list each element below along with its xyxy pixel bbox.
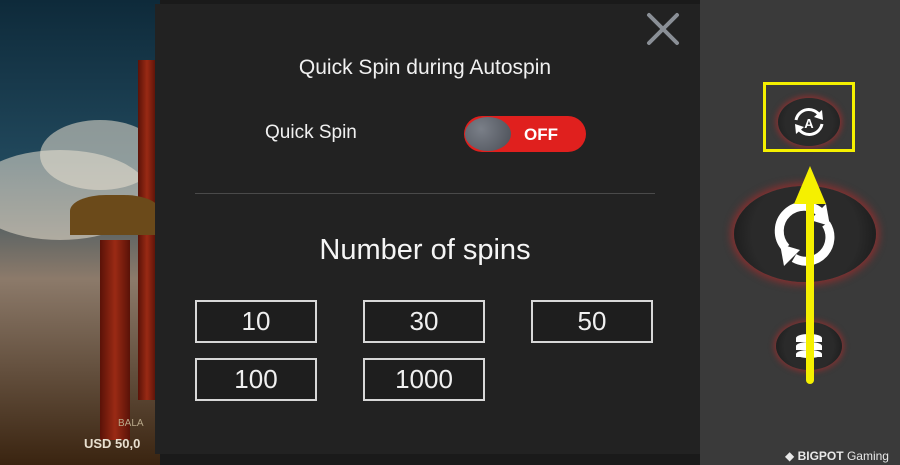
quick-spin-toggle[interactable]: OFF <box>464 116 586 152</box>
balance-label: BALA <box>118 418 144 429</box>
close-icon <box>647 13 679 45</box>
autospin-settings-modal: Quick Spin during Autospin Quick Spin OF… <box>155 4 700 454</box>
temple-roof <box>70 195 160 235</box>
highlight-box <box>763 82 855 152</box>
spin-option-button[interactable]: 50 <box>531 300 653 343</box>
control-column: A <box>700 0 900 465</box>
close-button[interactable] <box>645 12 681 46</box>
brand-mark-icon: ◆ <box>785 449 795 463</box>
divider <box>195 193 655 194</box>
spin-option-button[interactable]: 30 <box>363 300 485 343</box>
spin-option-button[interactable]: 10 <box>195 300 317 343</box>
game-background: BALA USD 50,0 <box>0 0 160 465</box>
balance-value: USD 50,0 <box>84 436 141 451</box>
toggle-state-text: OFF <box>524 125 558 144</box>
spin-option-button[interactable]: 1000 <box>363 358 485 401</box>
up-arrow-annotation <box>794 166 826 384</box>
spin-option-button[interactable]: 100 <box>195 358 317 401</box>
toggle-knob <box>465 117 511 151</box>
brand-suffix: Gaming <box>846 449 889 463</box>
modal-title: Quick Spin during Autospin <box>298 56 552 79</box>
brand-logo: ◆ BIGPOT Gaming <box>785 449 889 463</box>
quick-spin-label: Quick Spin <box>265 122 357 143</box>
number-of-spins-title: Number of spins <box>319 234 531 266</box>
temple-pillar <box>100 240 130 440</box>
brand-name: BIGPOT <box>797 449 844 463</box>
